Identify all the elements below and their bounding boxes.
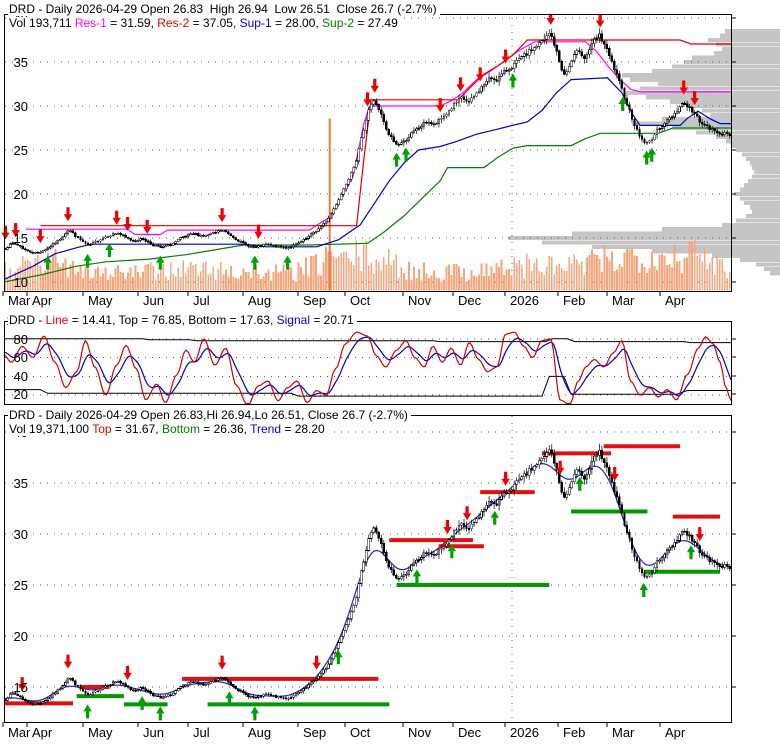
ticker-label: DRD - (9, 313, 46, 327)
x-axis-label: Apr (665, 293, 686, 308)
trend-label: Trend (250, 422, 282, 436)
res1-label: Res-1 (74, 16, 107, 30)
y-axis-label: 25 (13, 578, 28, 593)
panel2-legend: DRD - Line = 14.41, Top = 76.85, Bottom … (8, 314, 357, 327)
x-axis-label: Nov (408, 725, 432, 740)
panel1-title: DRD - Daily 2026-04-29 Open 26.83 High 2… (8, 3, 440, 16)
volume-value: Vol 19,371,100 (9, 422, 93, 436)
sup2-label: Sup-2 (322, 16, 355, 30)
x-axis-label: Sep (303, 725, 327, 740)
oscillator-panel-chart[interactable] (0, 321, 780, 411)
osc-line-label: Line (45, 313, 69, 327)
volume-value: Vol 193,711 (9, 16, 75, 30)
x-axis-label: Mar (612, 293, 635, 308)
x-axis-label: Apr (665, 725, 686, 740)
x-axis-label: Dec (458, 725, 482, 740)
y-axis-label: 30 (13, 527, 28, 542)
x-axis-label: Sep (303, 293, 327, 308)
x-axis-label: Feb (563, 293, 586, 308)
res1-value: = 31.59, (106, 16, 158, 30)
bottom-value: = 26.36, (199, 422, 251, 436)
osc-signal-label: Signal (276, 313, 310, 327)
panel1-x-axis: Mar Apr May Jun Jul Aug Sep Oct Nov Dec 2026 Feb Mar… (0, 293, 780, 308)
osc-line-value: = 14.41, (68, 313, 119, 327)
sup1-label: Sup-1 (239, 16, 272, 30)
y-axis-label: 15 (13, 680, 28, 695)
chart-application-window: DRD - Daily 2026-04-29 Open 26.83 High 2… (0, 0, 780, 745)
y-axis-label: 35 (13, 476, 28, 491)
sup1-value: = 28.00, (271, 16, 323, 30)
x-axis-label: Oct (350, 725, 371, 740)
y-axis-label: 20 (13, 629, 28, 644)
x-axis-label: May (88, 725, 113, 740)
panel3-legend: Vol 19,371,100 Top = 31.67, Bottom = 26.… (8, 423, 328, 436)
panel3-y-axis: 403530252015 (0, 0, 36, 745)
panel3-title: DRD - Daily 2026-04-29 Open 26.83,Hi 26.… (8, 409, 411, 422)
sup2-value: = 27.49 (354, 16, 398, 30)
top-label: Top (92, 422, 112, 436)
res2-value: = 37.05, (189, 16, 240, 30)
x-axis-label: Aug (248, 293, 272, 308)
trend-value: = 28.20 (281, 422, 325, 436)
x-axis-label: Mar (612, 725, 635, 740)
x-axis-label: Jun (143, 725, 164, 740)
osc-signal-value: = 20.71 (309, 313, 354, 327)
panel1-legend: Vol 193,711 Res-1 = 31.59, Res-2 = 37.05… (8, 17, 401, 30)
x-axis-label: Aug (248, 725, 272, 740)
osc-band-values: Top = 76.85, Bottom = 17.63, (118, 313, 277, 327)
x-axis-label: Nov (408, 293, 432, 308)
x-axis-label: Feb (563, 725, 586, 740)
price-panel-chart[interactable] (0, 14, 780, 297)
x-axis-label: May (88, 293, 113, 308)
top-value: = 31.67, (111, 422, 162, 436)
x-axis-label: Dec (458, 293, 482, 308)
panel3-x-axis: Mar Apr May Jun Jul Aug Sep Oct Nov Dec 2026 Feb Mar… (0, 725, 780, 740)
x-axis-label: Jun (143, 293, 164, 308)
x-axis-label: 2026 (510, 725, 539, 740)
x-axis-label: Jul (193, 293, 210, 308)
trend-panel-chart[interactable] (0, 415, 780, 729)
x-axis-label: 2026 (510, 293, 539, 308)
res2-label: Res-2 (157, 16, 190, 30)
x-axis-label: Oct (350, 293, 371, 308)
x-axis-label: Jul (193, 725, 210, 740)
bottom-label: Bottom (161, 422, 200, 436)
